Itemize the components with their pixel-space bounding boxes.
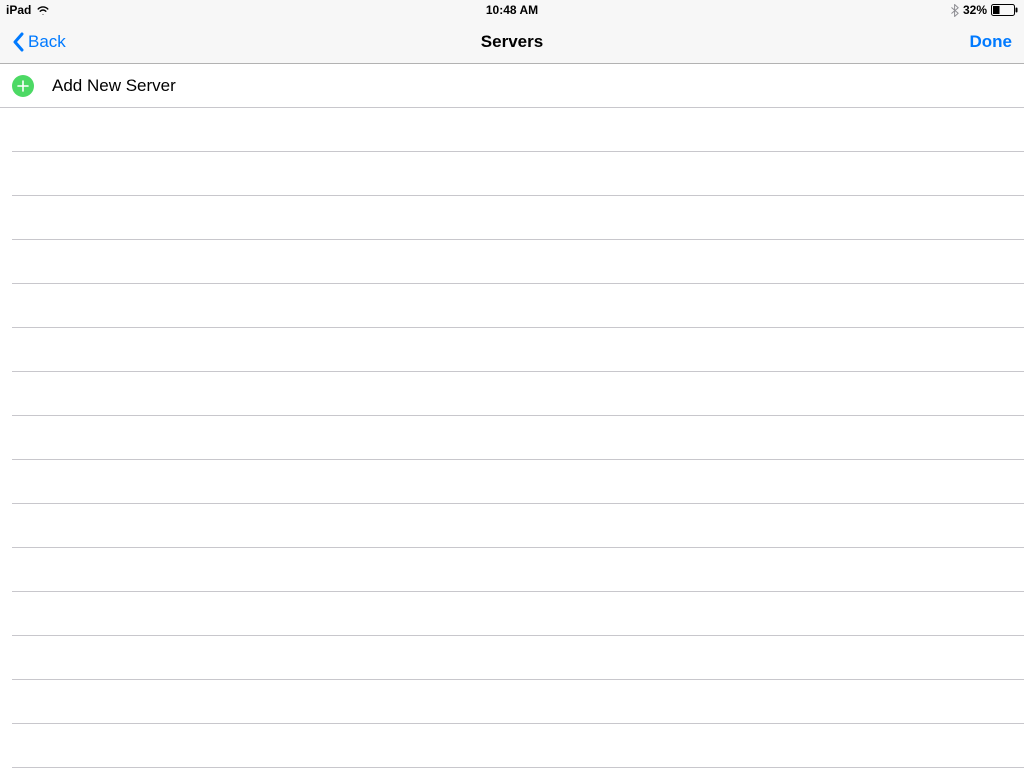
bluetooth-icon — [951, 4, 959, 17]
status-bar: iPad 10:48 AM 32% — [0, 0, 1024, 20]
back-button[interactable]: Back — [12, 32, 66, 52]
status-left: iPad — [6, 3, 50, 17]
list-item[interactable] — [12, 724, 1024, 768]
navigation-bar: Back Servers Done — [0, 20, 1024, 64]
list-item[interactable] — [12, 504, 1024, 548]
status-time: 10:48 AM — [486, 3, 538, 17]
list-item[interactable] — [12, 680, 1024, 724]
list-item[interactable] — [12, 284, 1024, 328]
content-list: Add New Server — [0, 64, 1024, 768]
plus-circle-icon — [12, 75, 34, 97]
list-item[interactable] — [12, 240, 1024, 284]
status-right: 32% — [951, 3, 1018, 17]
list-item[interactable] — [12, 548, 1024, 592]
add-new-server-label: Add New Server — [52, 76, 176, 96]
list-item[interactable] — [12, 152, 1024, 196]
wifi-icon — [36, 5, 50, 15]
list-item[interactable] — [12, 196, 1024, 240]
list-item[interactable] — [12, 372, 1024, 416]
chevron-left-icon — [12, 32, 24, 52]
list-item[interactable] — [12, 460, 1024, 504]
battery-percent: 32% — [963, 3, 987, 17]
list-item[interactable] — [12, 592, 1024, 636]
add-new-server-row[interactable]: Add New Server — [0, 64, 1024, 108]
list-item[interactable] — [12, 636, 1024, 680]
list-item[interactable] — [12, 108, 1024, 152]
device-label: iPad — [6, 3, 31, 17]
page-title: Servers — [481, 32, 543, 52]
battery-icon — [991, 4, 1018, 16]
done-button[interactable]: Done — [970, 32, 1013, 52]
list-item[interactable] — [12, 328, 1024, 372]
list-item[interactable] — [12, 416, 1024, 460]
back-label: Back — [28, 32, 66, 52]
